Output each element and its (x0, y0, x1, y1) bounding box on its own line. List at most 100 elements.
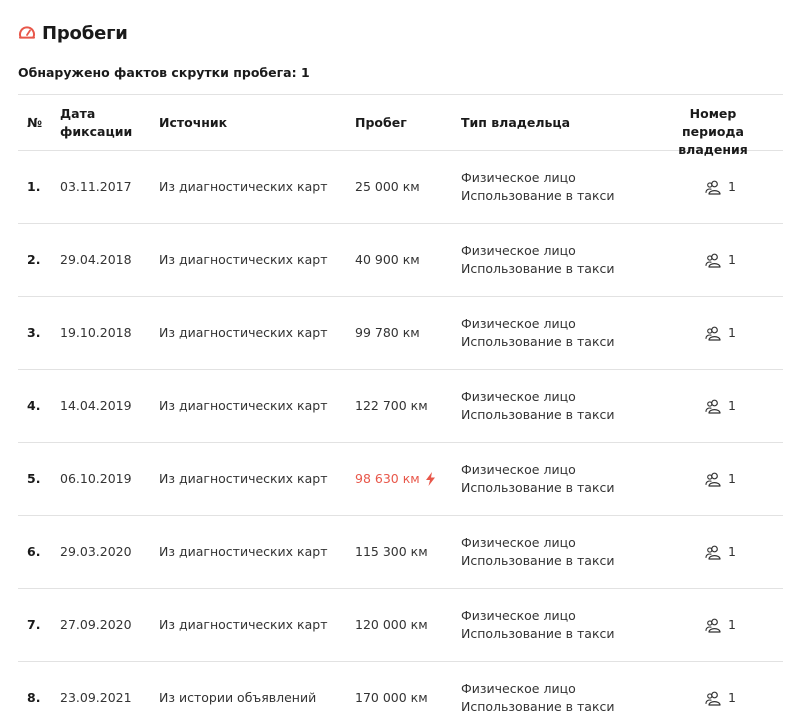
owners-icon (705, 545, 722, 560)
row-owner-line1: Физическое лицо (461, 243, 576, 258)
row-mileage-value: 170 000 км (355, 690, 428, 705)
row-owner-type: Физическое лицо Использование в такси (461, 680, 615, 716)
page-title: Пробеги (42, 22, 128, 44)
row-period-value: 1 (728, 690, 736, 705)
row-owner-line1: Физическое лицо (461, 681, 576, 696)
row-date: 03.11.2017 (60, 179, 132, 194)
section-header: Пробеги (18, 20, 128, 46)
column-header-owner-type: Тип владельца (461, 115, 571, 130)
row-ownership-period: 1 (705, 470, 736, 488)
row-mileage: 170 000 км (355, 689, 428, 707)
row-mileage-value: 115 300 км (355, 544, 428, 559)
row-period-value: 1 (728, 325, 736, 340)
row-source: Из истории объявлений (159, 690, 317, 705)
row-ownership-period: 1 (705, 616, 736, 634)
row-owner-line2: Использование в такси (461, 699, 615, 714)
row-ownership-period: 1 (705, 397, 736, 415)
row-date: 06.10.2019 (60, 471, 132, 486)
row-period-value: 1 (728, 179, 736, 194)
row-mileage: 98 630 км (355, 470, 436, 488)
row-owner-line2: Использование в такси (461, 626, 615, 641)
row-number: 5. (27, 471, 41, 486)
owners-icon (705, 180, 722, 195)
table-row: 4. 14.04.2019 Из диагностических карт 122 7… (18, 370, 783, 443)
column-header-source: Источник (159, 115, 228, 130)
row-number: 3. (27, 325, 41, 340)
table-header: № Дата фиксации Источник Пробег Тип влад… (18, 95, 783, 157)
table-row: 6. 29.03.2020 Из диагностических карт 115 3… (18, 516, 783, 589)
row-ownership-period: 1 (705, 251, 736, 269)
row-source: Из диагностических карт (159, 179, 328, 194)
row-mileage-value: 40 900 км (355, 252, 420, 267)
speedometer-icon (18, 24, 36, 42)
row-number: 6. (27, 544, 41, 559)
row-period-value: 1 (728, 471, 736, 486)
row-owner-line2: Использование в такси (461, 480, 615, 495)
row-number: 2. (27, 252, 41, 267)
row-owner-line2: Использование в такси (461, 407, 615, 422)
table-body: 1. 03.11.2017 Из диагностических карт 25 00… (18, 151, 783, 727)
row-ownership-period: 1 (705, 689, 736, 707)
mileage-table: № Дата фиксации Источник Пробег Тип влад… (18, 94, 783, 727)
row-source: Из диагностических карт (159, 617, 328, 632)
row-source: Из диагностических карт (159, 325, 328, 340)
row-mileage-value: 99 780 км (355, 325, 420, 340)
row-ownership-period: 1 (705, 324, 736, 342)
row-mileage: 122 700 км (355, 397, 428, 415)
row-mileage: 40 900 км (355, 251, 420, 269)
row-period-value: 1 (728, 617, 736, 632)
row-mileage-value: 25 000 км (355, 179, 420, 194)
column-header-num: № (27, 115, 43, 130)
row-owner-type: Физическое лицо Использование в такси (461, 315, 615, 351)
row-source: Из диагностических карт (159, 471, 328, 486)
row-ownership-period: 1 (705, 543, 736, 561)
row-owner-line1: Физическое лицо (461, 462, 576, 477)
column-header-date: Дата фиксации (60, 105, 132, 141)
row-number: 7. (27, 617, 41, 632)
table-row: 1. 03.11.2017 Из диагностических карт 25 00… (18, 151, 783, 224)
row-mileage: 25 000 км (355, 178, 420, 196)
row-owner-type: Физическое лицо Использование в такси (461, 607, 615, 643)
row-mileage-value: 120 000 км (355, 617, 428, 632)
column-header-date-line2: фиксации (60, 124, 133, 139)
row-owner-line1: Физическое лицо (461, 535, 576, 550)
row-owner-type: Физическое лицо Использование в такси (461, 461, 615, 497)
column-header-date-line1: Дата (60, 106, 96, 121)
row-owner-line2: Использование в такси (461, 334, 615, 349)
row-date: 29.03.2020 (60, 544, 132, 559)
row-date: 29.04.2018 (60, 252, 132, 267)
owners-icon (705, 618, 722, 633)
owners-icon (705, 691, 722, 706)
row-date: 27.09.2020 (60, 617, 132, 632)
row-number: 4. (27, 398, 41, 413)
row-period-value: 1 (728, 544, 736, 559)
table-row: 8. 23.09.2021 Из истории объявлений 170 000… (18, 662, 783, 727)
row-owner-type: Физическое лицо Использование в такси (461, 388, 615, 424)
row-period-value: 1 (728, 398, 736, 413)
table-row: 3. 19.10.2018 Из диагностических карт 99 78… (18, 297, 783, 370)
column-header-period-line1: Номер периода (682, 106, 744, 139)
row-number: 1. (27, 179, 41, 194)
owners-icon (705, 253, 722, 268)
table-row: 2. 29.04.2018 Из диагностических карт 40 90… (18, 224, 783, 297)
table-row: 5. 06.10.2019 Из диагностических карт 98 63… (18, 443, 783, 516)
owners-icon (705, 326, 722, 341)
row-mileage-value: 122 700 км (355, 398, 428, 413)
row-date: 23.09.2021 (60, 690, 132, 705)
row-owner-line2: Использование в такси (461, 553, 615, 568)
row-owner-type: Физическое лицо Использование в такси (461, 169, 615, 205)
row-mileage: 115 300 км (355, 543, 428, 561)
row-source: Из диагностических карт (159, 398, 328, 413)
rollback-count: Обнаружено фактов скрутки пробега: 1 (18, 65, 310, 80)
row-mileage: 99 780 км (355, 324, 420, 342)
lightning-bolt-icon (425, 472, 436, 486)
row-period-value: 1 (728, 252, 736, 267)
row-owner-type: Физическое лицо Использование в такси (461, 534, 615, 570)
row-date: 19.10.2018 (60, 325, 132, 340)
row-owner-line1: Физическое лицо (461, 389, 576, 404)
column-header-mileage: Пробег (355, 115, 407, 130)
row-mileage: 120 000 км (355, 616, 428, 634)
row-owner-line1: Физическое лицо (461, 170, 576, 185)
row-owner-line2: Использование в такси (461, 261, 615, 276)
row-number: 8. (27, 690, 41, 705)
